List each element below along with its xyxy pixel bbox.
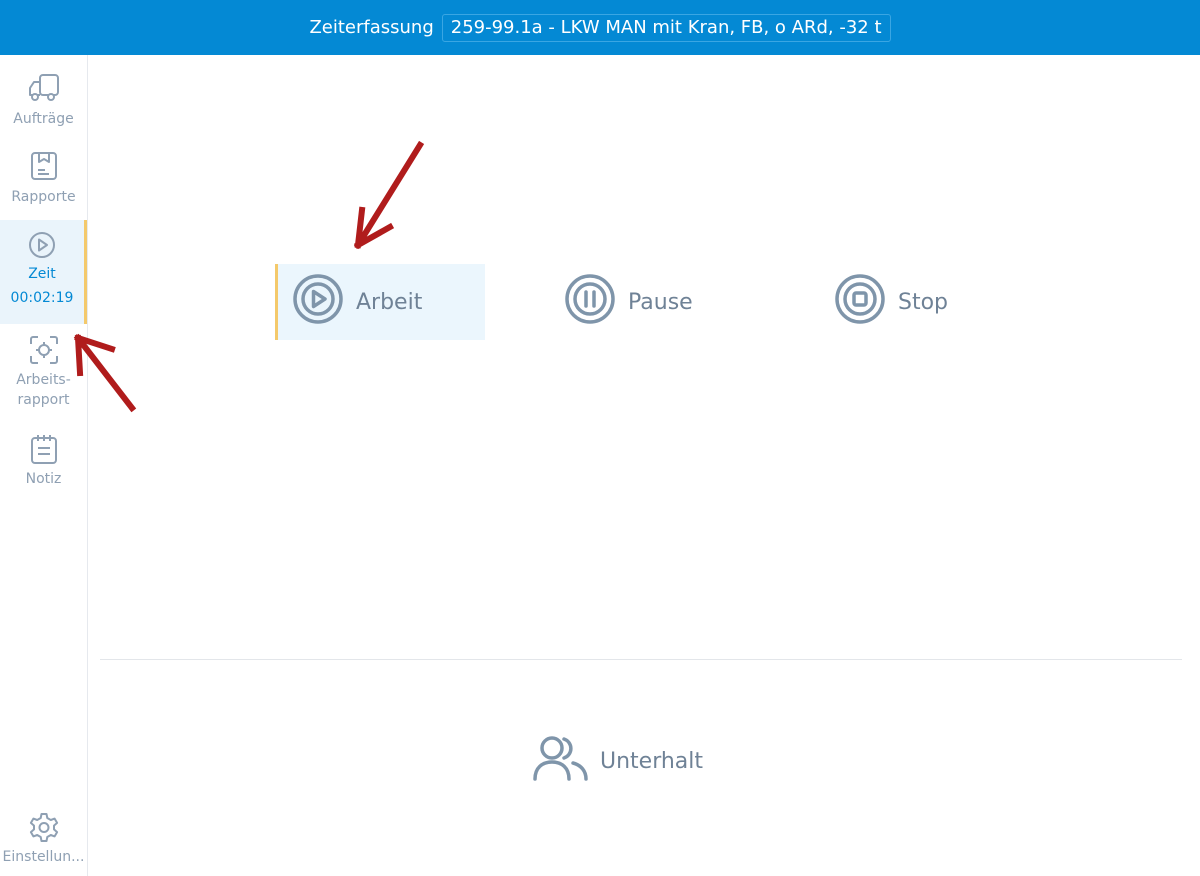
sidebar-item-label: Notiz xyxy=(25,471,62,487)
scan-target-icon xyxy=(28,334,60,366)
stop-label: Stop xyxy=(898,289,949,315)
notepad-icon xyxy=(29,433,59,465)
users-icon xyxy=(532,734,590,788)
sidebar: Aufträge Rapporte Zeit 00:02:19 Arbeits-… xyxy=(0,55,88,876)
arrow-to-work-button xyxy=(353,140,425,250)
sidebar-item-label: Zeit xyxy=(28,266,56,282)
time-counter: 00:02:19 xyxy=(10,290,74,306)
pause-button[interactable]: Pause xyxy=(564,264,693,340)
sidebar-item-label: Aufträge xyxy=(13,111,74,127)
sidebar-item-settings[interactable]: Einstellun... xyxy=(0,811,87,867)
sidebar-item-label: Einstellun... xyxy=(2,849,85,865)
sidebar-item-label: Arbeits- rapport xyxy=(16,372,71,408)
truck-icon xyxy=(27,73,61,103)
page-title: Zeiterfassung xyxy=(309,17,434,38)
vehicle-selector[interactable]: 259-99.1a - LKW MAN mit Kran, FB, o ARd,… xyxy=(441,13,891,42)
work-button[interactable]: Arbeit xyxy=(275,264,485,340)
maintenance-button[interactable]: Unterhalt xyxy=(532,734,703,788)
header-bar: Zeiterfassung 259-99.1a - LKW MAN mit Kr… xyxy=(0,0,1200,55)
sidebar-item-time[interactable]: Zeit 00:02:19 xyxy=(0,220,87,324)
sidebar-item-orders[interactable]: Aufträge xyxy=(0,73,87,129)
stop-circle-icon xyxy=(834,273,886,331)
play-circle-icon xyxy=(292,273,344,331)
sidebar-item-note[interactable]: Notiz xyxy=(0,433,87,489)
play-circle-icon xyxy=(27,230,57,260)
stop-button[interactable]: Stop xyxy=(834,264,948,340)
pause-circle-icon xyxy=(564,273,616,331)
sidebar-item-label: Rapporte xyxy=(11,189,76,205)
sidebar-item-reports[interactable]: Rapporte xyxy=(0,151,87,207)
maintenance-label: Unterhalt xyxy=(600,748,704,774)
report-icon xyxy=(29,151,59,181)
sidebar-item-work-report[interactable]: Arbeits- rapport xyxy=(0,334,87,410)
section-divider xyxy=(100,659,1182,660)
gear-icon xyxy=(28,811,60,843)
work-label: Arbeit xyxy=(356,289,423,315)
pause-label: Pause xyxy=(628,289,693,315)
